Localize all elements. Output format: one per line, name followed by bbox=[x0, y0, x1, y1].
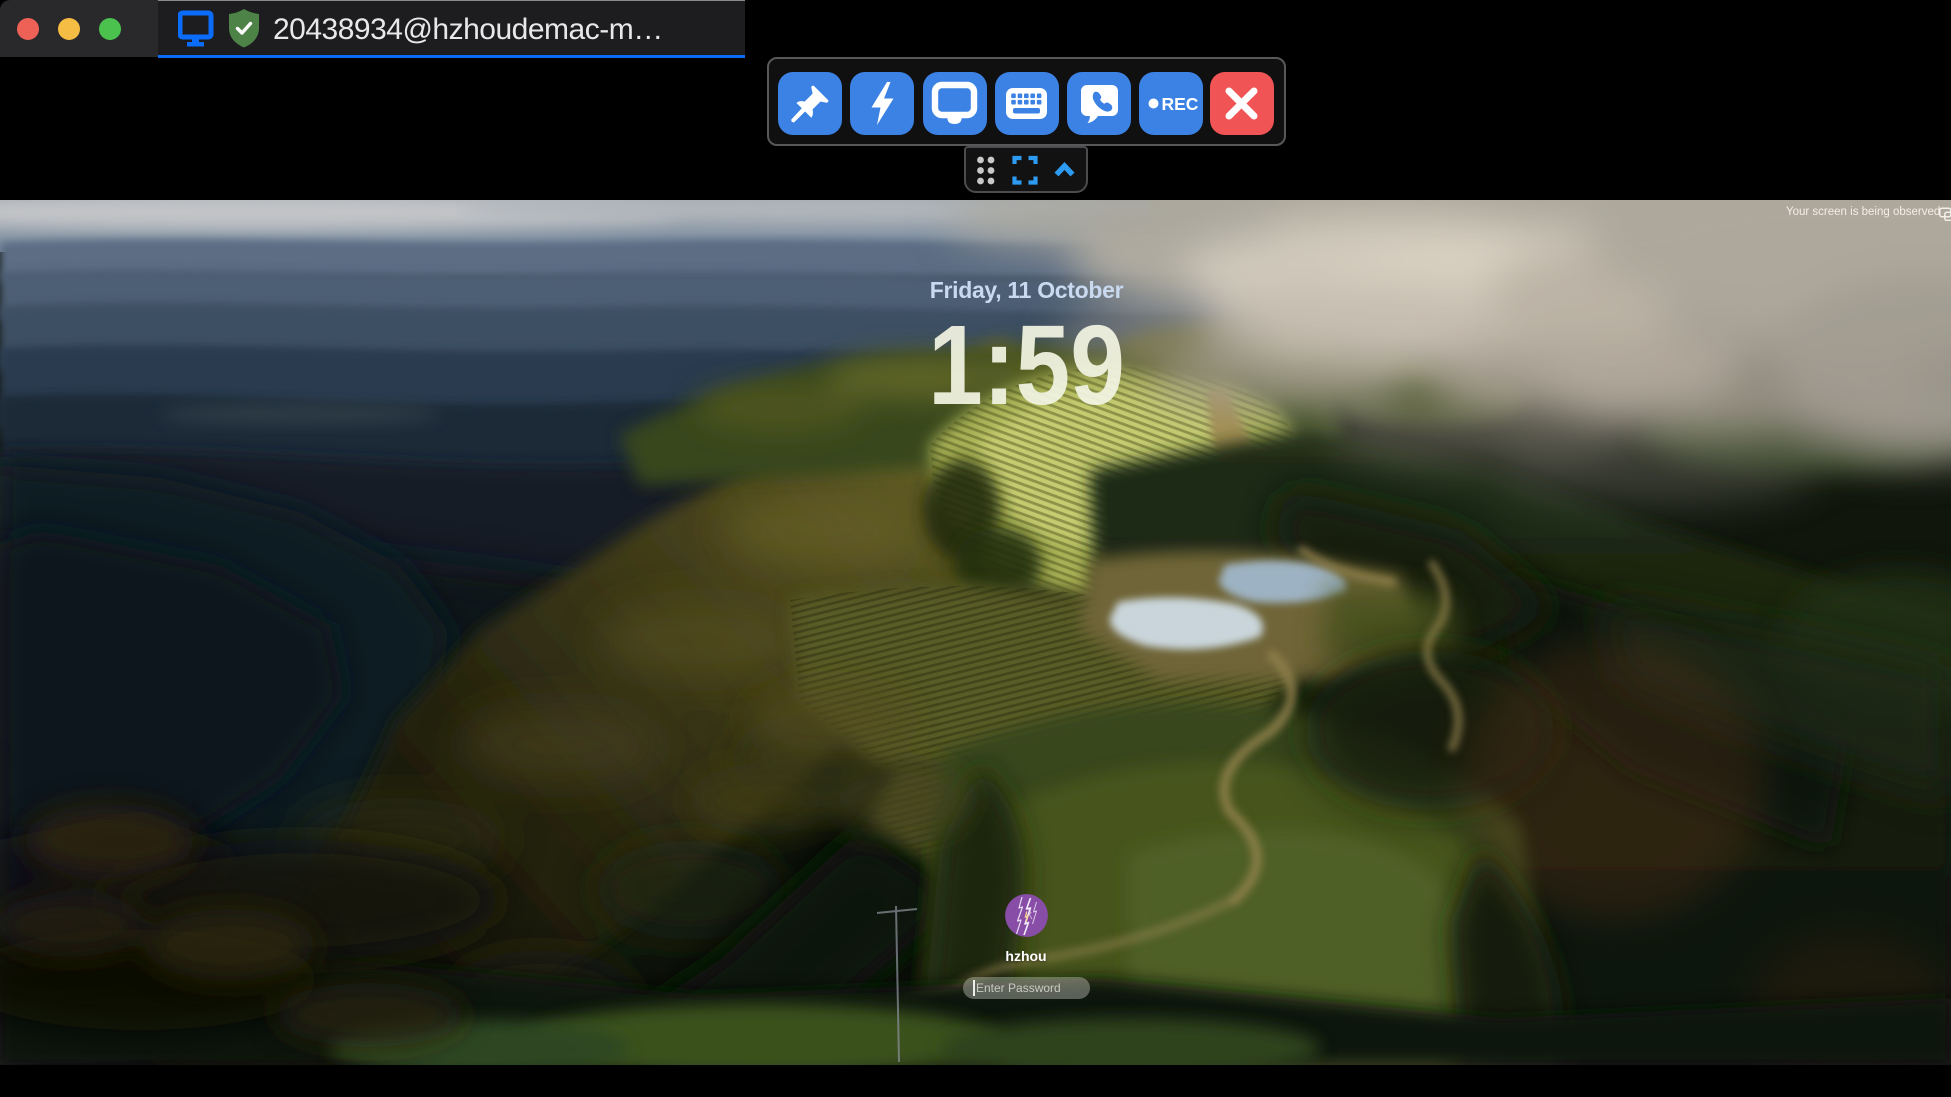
svg-text:REC: REC bbox=[1162, 94, 1199, 114]
